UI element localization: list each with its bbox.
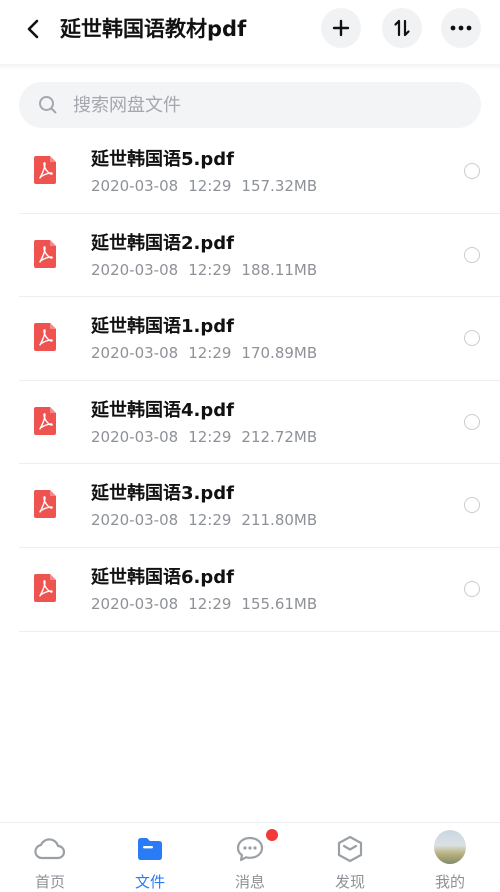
file-size: 155.61MB (241, 594, 318, 613)
file-name: 延世韩国语2.pdf (91, 232, 234, 254)
tab-label: 文件 (134, 873, 165, 891)
file-list: 延世韩国语5.pdf 2020-03-08 12:29 157.32MB 延世韩国语2.… (0, 130, 500, 632)
cloud-icon (34, 833, 66, 865)
file-time: 12:29 (188, 177, 232, 195)
tab-files[interactable]: 文件 (100, 823, 200, 891)
plus-icon (332, 19, 350, 37)
search-bar[interactable] (19, 82, 481, 128)
bottom-tab-bar: 首页 文件 消息 发现 我的 (0, 822, 500, 891)
header-divider (0, 64, 500, 70)
pdf-file-icon (34, 573, 56, 602)
file-date: 2020-03-08 (91, 260, 179, 279)
file-row[interactable]: 延世韩国语6.pdf 2020-03-08 12:29 155.61MB (19, 548, 500, 632)
more-button[interactable] (441, 8, 481, 48)
chevron-left-icon (27, 19, 39, 39)
search-icon (37, 94, 59, 116)
header: 延世韩国语教材pdf (0, 0, 500, 62)
back-button[interactable] (18, 14, 48, 44)
file-time: 12:29 (188, 511, 232, 530)
select-radio[interactable] (464, 413, 480, 430)
tab-label: 首页 (34, 873, 65, 891)
add-button[interactable] (321, 8, 361, 48)
tab-profile[interactable]: 我的 (400, 823, 500, 891)
file-date: 2020-03-08 (91, 344, 179, 363)
file-time: 12:29 (188, 260, 232, 279)
select-radio[interactable] (464, 497, 480, 514)
file-date: 2020-03-08 (91, 427, 179, 446)
tab-home[interactable]: 首页 (0, 823, 100, 891)
file-meta: 2020-03-08 12:29 212.72MB (91, 427, 327, 447)
search-input[interactable] (71, 93, 435, 117)
notification-badge (266, 829, 278, 841)
tab-label: 发现 (334, 873, 365, 891)
file-name: 延世韩国语5.pdf (91, 149, 234, 170)
file-name: 延世韩国语3.pdf (91, 483, 234, 505)
cube-icon (334, 833, 366, 865)
tab-messages[interactable]: 消息 (200, 823, 300, 891)
more-icon (450, 25, 472, 31)
file-name: 延世韩国语6.pdf (91, 566, 234, 588)
file-date: 2020-03-08 (91, 177, 179, 195)
file-size: 212.72MB (241, 427, 318, 446)
tab-discover[interactable]: 发现 (300, 823, 400, 891)
pdf-file-icon (34, 239, 56, 268)
chat-icon (234, 833, 266, 865)
pdf-file-icon (34, 156, 56, 184)
file-date: 2020-03-08 (91, 511, 179, 530)
sort-icon (394, 19, 410, 37)
file-row[interactable]: 延世韩国语1.pdf 2020-03-08 12:29 170.89MB (19, 297, 500, 381)
file-row[interactable]: 延世韩国语5.pdf 2020-03-08 12:29 157.32MB (19, 130, 500, 214)
avatar-image (434, 830, 466, 864)
select-radio[interactable] (464, 330, 480, 347)
file-row[interactable]: 延世韩国语4.pdf 2020-03-08 12:29 212.72MB (19, 381, 500, 465)
page-title: 延世韩国语教材pdf (60, 17, 247, 41)
file-meta: 2020-03-08 12:29 188.11MB (91, 260, 327, 280)
file-row[interactable]: 延世韩国语2.pdf 2020-03-08 12:29 188.11MB (19, 214, 500, 298)
pdf-file-icon (34, 323, 56, 352)
select-radio[interactable] (464, 246, 480, 263)
file-name: 延世韩国语4.pdf (91, 399, 234, 421)
file-date: 2020-03-08 (91, 594, 179, 613)
select-radio[interactable] (464, 580, 480, 597)
file-meta: 2020-03-08 12:29 211.80MB (91, 510, 327, 530)
tab-label: 我的 (434, 873, 465, 891)
file-time: 12:29 (188, 344, 232, 363)
folder-icon (134, 833, 166, 865)
sort-button[interactable] (382, 8, 422, 48)
file-row[interactable]: 延世韩国语3.pdf 2020-03-08 12:29 211.80MB (19, 464, 500, 548)
file-time: 12:29 (188, 427, 232, 446)
file-meta: 2020-03-08 12:29 157.32MB (91, 176, 327, 196)
select-radio[interactable] (464, 163, 480, 179)
file-size: 170.89MB (241, 344, 318, 363)
file-time: 12:29 (188, 594, 232, 613)
avatar (434, 830, 466, 864)
file-size: 157.32MB (241, 177, 318, 195)
file-size: 188.11MB (241, 260, 318, 279)
file-name: 延世韩国语1.pdf (91, 316, 234, 338)
file-size: 211.80MB (241, 511, 318, 530)
file-meta: 2020-03-08 12:29 155.61MB (91, 594, 327, 614)
file-meta: 2020-03-08 12:29 170.89MB (91, 343, 327, 363)
tab-label: 消息 (234, 873, 265, 891)
pdf-file-icon (34, 406, 56, 435)
pdf-file-icon (34, 490, 56, 519)
